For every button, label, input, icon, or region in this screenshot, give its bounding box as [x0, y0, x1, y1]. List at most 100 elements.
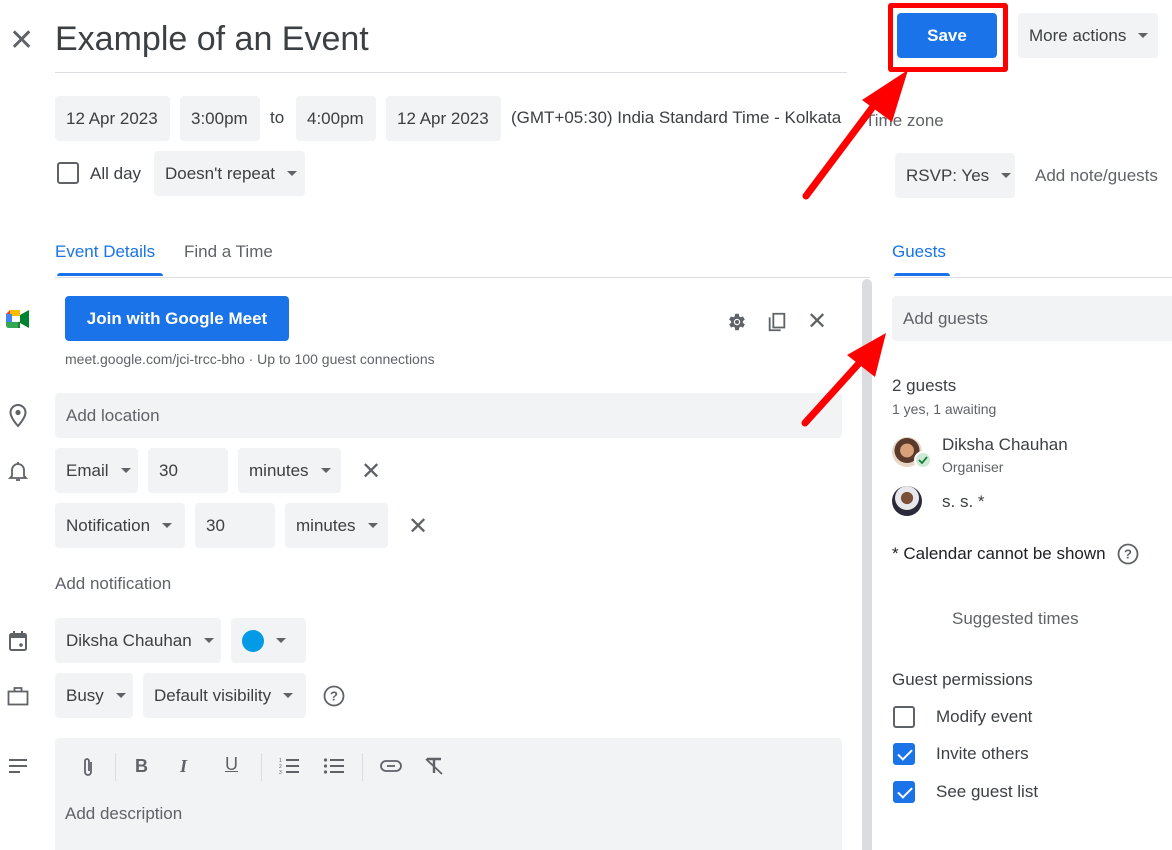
- remove-notification-icon[interactable]: ✕: [408, 515, 428, 539]
- guests-tab[interactable]: Guests: [892, 242, 946, 262]
- chevron-down-icon: [1138, 33, 1149, 38]
- location-pin-icon: [7, 403, 29, 429]
- calendar-owner-value: Diksha Chauhan: [66, 630, 192, 650]
- modify-event-checkbox[interactable]: [893, 706, 915, 728]
- description-input[interactable]: Add description: [65, 804, 182, 824]
- chevron-down-icon: [120, 468, 131, 473]
- tab-event-details[interactable]: Event Details: [55, 242, 155, 262]
- end-date-field[interactable]: 12 Apr 2023: [386, 96, 501, 141]
- toolbar-divider: [261, 753, 262, 781]
- chevron-down-icon: [287, 171, 298, 176]
- help-icon[interactable]: ?: [322, 684, 346, 708]
- briefcase-icon: [7, 684, 29, 708]
- chevron-down-icon: [162, 523, 173, 528]
- notification-unit-value: minutes: [249, 460, 309, 480]
- toolbar-divider: [115, 753, 116, 781]
- attachment-icon[interactable]: [77, 755, 99, 779]
- start-time-field[interactable]: 3:00pm: [180, 96, 260, 141]
- calendar-icon: [7, 629, 29, 653]
- invite-others-checkbox[interactable]: [893, 743, 915, 765]
- chevron-down-icon: [203, 638, 214, 643]
- svg-text:?: ?: [330, 689, 338, 704]
- remove-formatting-icon[interactable]: [423, 756, 445, 776]
- toolbar-divider: [362, 753, 363, 781]
- rsvp-value: RSVP: Yes: [906, 165, 990, 185]
- bulleted-list-icon[interactable]: [323, 756, 345, 776]
- notification-type-dropdown[interactable]: Notification: [55, 503, 185, 548]
- numbered-list-icon[interactable]: 123: [278, 756, 300, 776]
- accepted-check-icon: [914, 451, 932, 469]
- chevron-down-icon: [276, 638, 286, 643]
- gear-icon[interactable]: [725, 310, 749, 334]
- availability-dropdown[interactable]: Busy: [55, 673, 133, 718]
- scrollbar[interactable]: [862, 279, 872, 850]
- more-actions-label: More actions: [1029, 25, 1127, 45]
- permission-label: Modify event: [936, 707, 1033, 726]
- guest-summary: 1 yes, 1 awaiting: [892, 401, 997, 417]
- italic-icon[interactable]: I: [180, 756, 187, 777]
- visibility-dropdown[interactable]: Default visibility: [143, 673, 306, 718]
- add-notification-link[interactable]: Add notification: [55, 574, 171, 594]
- see-guest-list-checkbox[interactable]: [893, 781, 915, 803]
- chevron-down-icon: [283, 693, 294, 698]
- guests-tab-indicator: [894, 273, 950, 276]
- chevron-down-icon: [320, 468, 331, 473]
- tab-find-a-time[interactable]: Find a Time: [184, 242, 273, 262]
- timezone-label: (GMT+05:30) India Standard Time - Kolkat…: [511, 108, 842, 127]
- help-icon[interactable]: ?: [1116, 542, 1140, 566]
- remove-notification-icon[interactable]: ✕: [361, 460, 381, 484]
- svg-text:?: ?: [1124, 547, 1132, 562]
- guest-name[interactable]: Diksha Chauhan: [942, 435, 1068, 455]
- all-day-checkbox[interactable]: [57, 162, 79, 184]
- repeat-value: Doesn't repeat: [165, 163, 276, 183]
- permission-label: Invite others: [936, 744, 1029, 763]
- add-note-guests-link[interactable]: Add note/guests: [1035, 166, 1158, 186]
- suggested-times-button[interactable]: Suggested times: [952, 609, 1079, 629]
- join-google-meet-button[interactable]: Join with Google Meet: [65, 296, 289, 341]
- availability-value: Busy: [66, 685, 104, 705]
- visibility-value: Default visibility: [154, 685, 272, 705]
- notification-type-dropdown[interactable]: Email: [55, 448, 138, 493]
- location-input[interactable]: Add location: [55, 393, 842, 438]
- timezone-link[interactable]: Time zone: [865, 111, 944, 131]
- tabs-divider: [55, 277, 870, 278]
- rsvp-dropdown[interactable]: RSVP: Yes: [895, 153, 1015, 198]
- add-guests-input[interactable]: Add guests: [892, 296, 1172, 341]
- notification-unit-dropdown[interactable]: minutes: [238, 448, 341, 493]
- guest-name[interactable]: s. s. *: [942, 492, 985, 512]
- event-title-input[interactable]: Example of an Event: [55, 20, 369, 59]
- more-actions-dropdown[interactable]: More actions: [1018, 13, 1158, 58]
- event-color-dropdown[interactable]: [231, 618, 306, 663]
- chevron-down-icon: [115, 693, 126, 698]
- start-date-field[interactable]: 12 Apr 2023: [55, 96, 170, 141]
- close-icon[interactable]: ✕: [9, 26, 34, 56]
- calendar-owner-dropdown[interactable]: Diksha Chauhan: [55, 618, 221, 663]
- copy-icon[interactable]: [765, 310, 789, 334]
- repeat-dropdown[interactable]: Doesn't repeat: [154, 151, 305, 196]
- notification-amount-input[interactable]: 30: [195, 503, 275, 548]
- permission-label: See guest list: [936, 782, 1039, 801]
- guests-divider: [892, 277, 1172, 278]
- notification-unit-dropdown[interactable]: minutes: [285, 503, 388, 548]
- notification-amount-input[interactable]: 30: [148, 448, 228, 493]
- color-swatch: [242, 629, 264, 652]
- bell-icon: [7, 459, 29, 483]
- meet-link[interactable]: meet.google.com/jci-trcc-bho · Up to 100…: [65, 351, 435, 367]
- link-icon[interactable]: [379, 757, 403, 775]
- description-editor[interactable]: [55, 738, 842, 850]
- calendar-note: * Calendar cannot be shown: [892, 544, 1106, 563]
- remove-meet-icon[interactable]: ✕: [807, 310, 827, 334]
- notification-type-value: Notification: [66, 515, 151, 535]
- notification-unit-value: minutes: [296, 515, 356, 535]
- google-meet-icon: [6, 309, 30, 329]
- to-label: to: [270, 108, 285, 127]
- active-tab-indicator: [57, 273, 163, 276]
- end-time-field[interactable]: 4:00pm: [296, 96, 376, 141]
- bold-icon[interactable]: B: [135, 756, 148, 777]
- title-underline: [55, 72, 847, 73]
- all-day-label: All day: [90, 164, 142, 183]
- svg-text:3: 3: [279, 770, 282, 775]
- avatar: [892, 486, 922, 516]
- guest-permissions-title: Guest permissions: [892, 670, 1033, 689]
- underline-icon[interactable]: U: [225, 754, 238, 775]
